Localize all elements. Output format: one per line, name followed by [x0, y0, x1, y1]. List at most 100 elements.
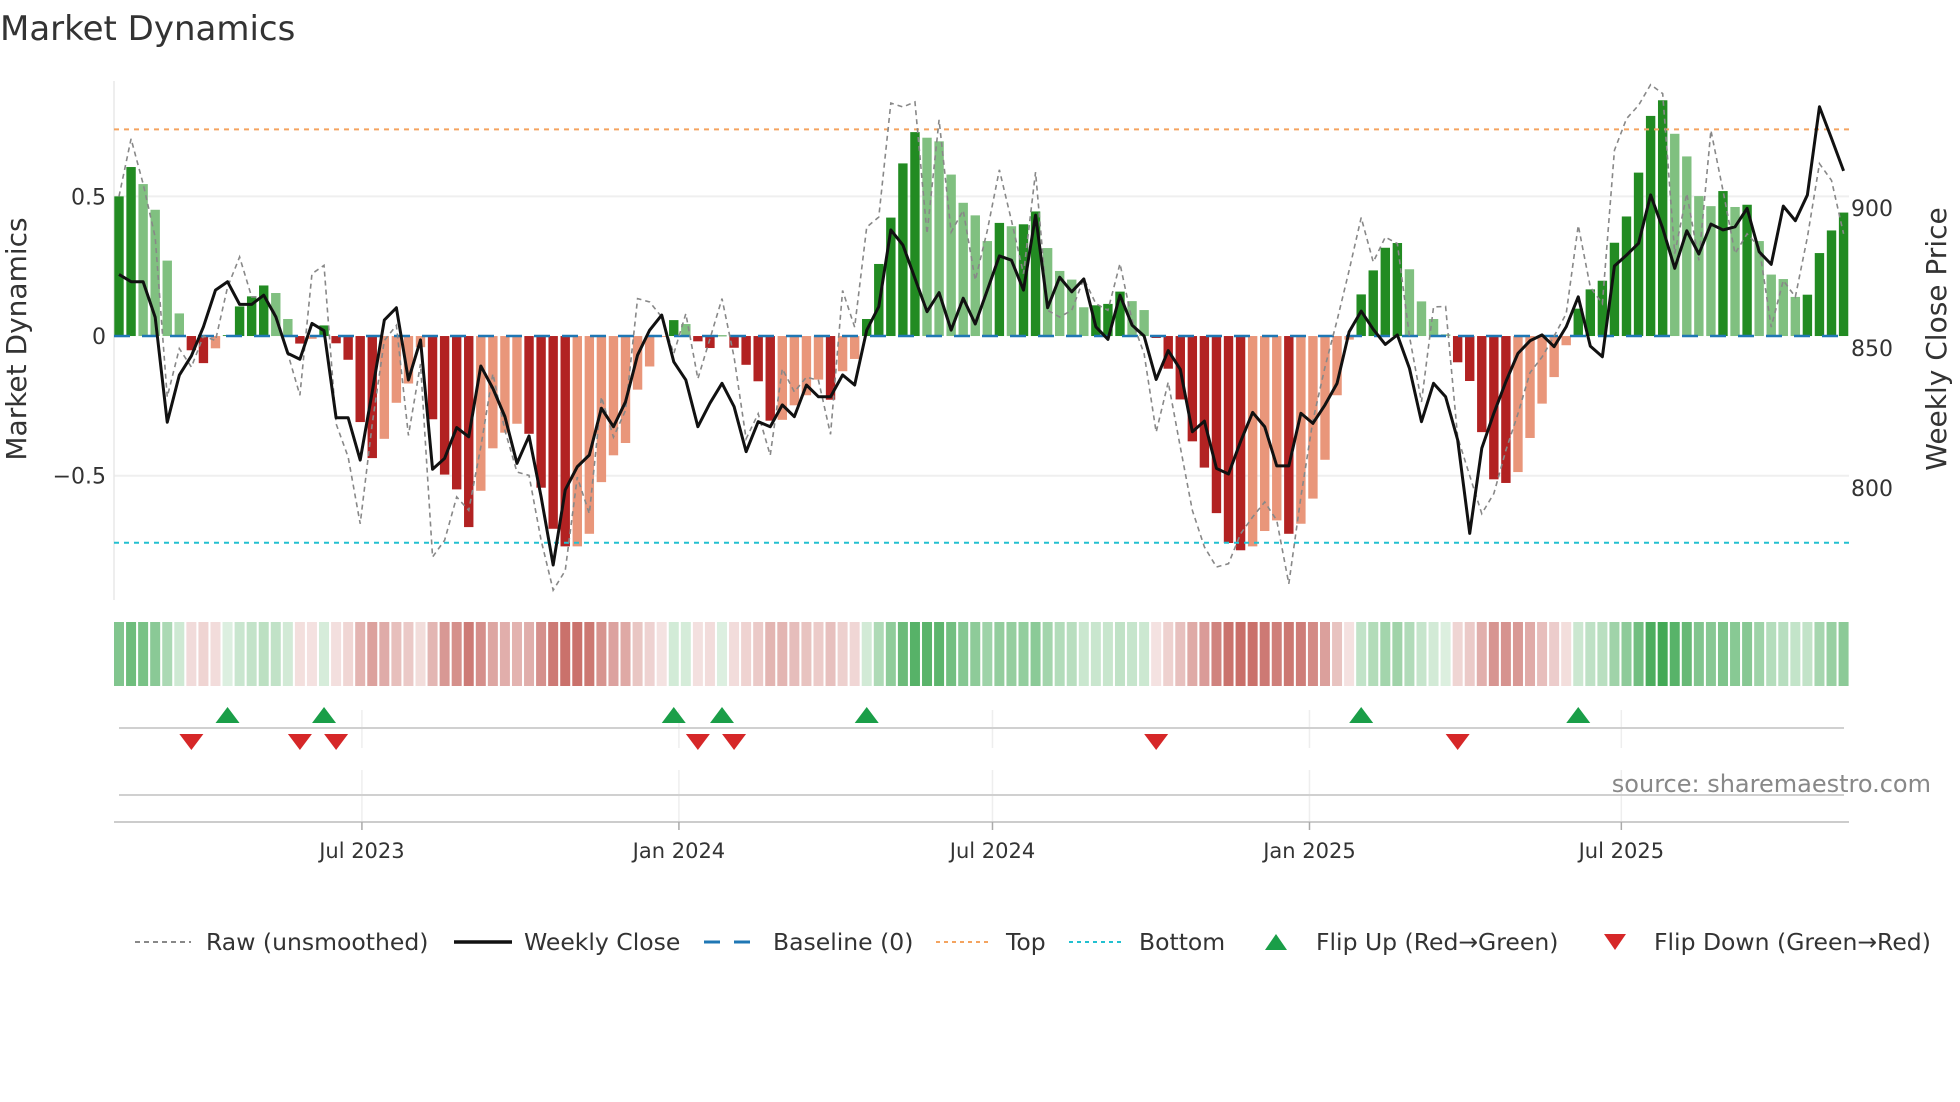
heat-strip-cell: [692, 622, 703, 686]
legend-raw-swatch: [135, 941, 191, 943]
momentum-bar: [259, 285, 269, 337]
heat-strip-cell: [1669, 622, 1680, 686]
heat-strip-cell: [198, 622, 209, 686]
heat-strip-cell: [536, 622, 547, 686]
heat-strip-cell: [1645, 622, 1656, 686]
y-axis-label: Market Dynamics: [0, 217, 33, 460]
heat-strip-cell: [475, 622, 486, 686]
flip-up-marker: [661, 707, 686, 723]
heat-strip-cell: [391, 622, 402, 686]
heat-strip-cell: [1223, 622, 1234, 686]
momentum-bar: [355, 336, 365, 423]
heat-strip-cell: [1163, 622, 1174, 686]
heat-strip-cell: [1790, 622, 1801, 686]
legend-baseline-label: Baseline (0): [773, 928, 914, 956]
y-tick-label: −0.5: [53, 465, 106, 490]
momentum-bar: [210, 336, 221, 349]
heat-strip-cell: [1766, 622, 1777, 686]
momentum-bar: [1380, 247, 1390, 337]
y2-tick-label: 800: [1851, 477, 1893, 502]
y-tick-label: 0.5: [71, 185, 106, 210]
heat-strip-cell: [1717, 622, 1728, 686]
heat-strip-cell: [897, 622, 908, 686]
heat-strip-cell: [1609, 622, 1620, 686]
momentum-bar: [1392, 243, 1403, 337]
heat-strip-cell: [439, 622, 450, 686]
heat-strip-cell: [946, 622, 957, 686]
flip-down-marker: [685, 734, 710, 750]
raw-line: [118, 83, 1845, 593]
heat-strip-cell: [306, 622, 317, 686]
momentum-bars: [114, 100, 1849, 551]
momentum-bar: [1501, 336, 1511, 483]
heat-strip-cell: [1151, 622, 1162, 686]
heat-strip-cell: [596, 622, 607, 686]
heat-strip-cell: [1802, 622, 1813, 686]
heat-strip-cell: [1295, 622, 1306, 686]
heat-strip-cell: [1271, 622, 1282, 686]
momentum-bar: [1404, 269, 1415, 337]
heat-strip-cell: [1693, 622, 1704, 686]
heat-strip-cell: [1597, 622, 1608, 686]
momentum-bar: [1814, 253, 1825, 337]
heat-strip-cell: [1344, 622, 1355, 686]
heat-strip-cell: [572, 622, 583, 686]
heat-strip-cell: [1102, 622, 1113, 686]
heat-strip-cell: [813, 622, 824, 686]
heat-strip-cell: [174, 622, 185, 686]
x-axis-ticks: Jul 2023 Jan 2024 Jul 2024 Jan 2025 Jul 2025: [317, 822, 1664, 863]
flip-down-marker: [1445, 734, 1470, 750]
heat-strip-cell: [1838, 622, 1849, 686]
momentum-bar: [898, 163, 908, 337]
momentum-bar: [789, 336, 800, 406]
heat-strip-cell: [1464, 622, 1475, 686]
legend-top-label: Top: [1006, 928, 1046, 956]
heat-strip-cell: [1476, 622, 1487, 686]
flip-down-marker: [1144, 734, 1169, 750]
lower-panel: [114, 770, 1849, 823]
momentum-bar: [234, 306, 245, 337]
heat-strip-cell: [982, 622, 993, 686]
momentum-bar: [753, 336, 763, 382]
heat-strip-cell: [825, 622, 836, 686]
heat-strip-cell: [1368, 622, 1379, 686]
heat-strip-cell: [1585, 622, 1596, 686]
heat-strip-cell: [753, 622, 764, 686]
momentum-bar: [1525, 336, 1535, 438]
flip-up-marker: [1349, 707, 1374, 723]
momentum-bar: [1211, 336, 1222, 514]
flip-down-icon: [1604, 934, 1626, 950]
momentum-bar: [379, 336, 390, 439]
heat-strip-cell: [415, 622, 426, 686]
heat-strip-cell: [1500, 622, 1511, 686]
chart-title: Market Dynamics: [0, 9, 295, 49]
momentum-bar: [1247, 336, 1258, 547]
heat-strip-cell: [717, 622, 727, 686]
heat-strip-cell: [1549, 622, 1560, 686]
heat-strip-cell: [1235, 622, 1246, 686]
momentum-bar: [1790, 296, 1801, 337]
momentum-bar: [1452, 336, 1463, 363]
legend-top-swatch: [936, 941, 990, 943]
momentum-bar: [1561, 336, 1571, 346]
momentum-bar: [849, 336, 860, 359]
momentum-bar: [162, 260, 172, 337]
heat-strip-cell: [319, 622, 330, 686]
flip-up-marker: [312, 707, 337, 723]
left-y-ticks: 0.5 0 −0.5: [53, 185, 106, 489]
heat-strip-cell: [885, 622, 896, 686]
legend-item-flip-down: Flip Down (Green→Red): [1603, 922, 1931, 962]
legend-close-swatch: [454, 940, 512, 944]
heat-strip-cell: [427, 622, 438, 686]
legend-baseline-swatch: [704, 940, 758, 944]
momentum-bar: [741, 336, 751, 365]
heat-strip-cell: [1320, 622, 1330, 686]
heat-strip: [114, 622, 1849, 686]
heat-strip-cell: [1705, 622, 1716, 686]
heat-strip-cell: [1826, 622, 1837, 686]
heat-strip-cell: [1681, 622, 1692, 686]
heat-strip-cell: [258, 622, 269, 686]
heat-strip-cell: [1778, 622, 1789, 686]
heat-strip-cell: [704, 622, 715, 686]
heat-strip-cell: [1416, 622, 1427, 686]
